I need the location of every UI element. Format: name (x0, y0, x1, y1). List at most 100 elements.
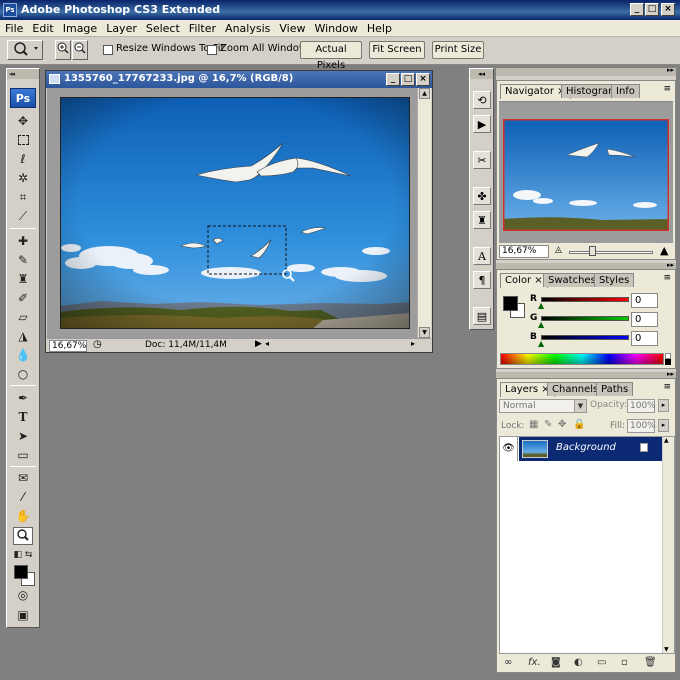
brush-tool-icon[interactable]: ✎ (13, 251, 33, 269)
menu-filter[interactable]: Filter (184, 20, 220, 35)
clone-stamp-tool-icon[interactable]: ♜ (13, 270, 33, 288)
eraser-tool-icon[interactable]: ▱ (13, 308, 33, 326)
actual-pixels-button[interactable]: Actual Pixels (300, 41, 362, 71)
lock-all-icon[interactable]: 🔒 (573, 419, 585, 430)
character-panel-icon[interactable]: A (473, 247, 491, 265)
paragraph-panel-icon[interactable]: ¶ (473, 271, 491, 289)
hand-tool-icon[interactable]: ✋ (13, 507, 33, 525)
navigator-preview[interactable] (499, 101, 673, 243)
panel-column-collapse-icon[interactable]: ▸▸ (667, 66, 674, 74)
layers-menu-icon[interactable]: ≡ (663, 382, 671, 392)
lock-position-icon[interactable]: ✥ (558, 419, 566, 430)
tab-info[interactable]: Info (611, 84, 640, 98)
dock-collapse-icon[interactable]: ◂◂ (470, 69, 493, 79)
link-layers-icon[interactable]: ∞ (504, 657, 512, 668)
layers-scroll-up-icon[interactable]: ▲ (664, 437, 669, 444)
eyedropper-tool-icon[interactable]: ⁄ (13, 488, 33, 506)
layer-style-icon[interactable]: fx. (528, 657, 541, 668)
type-tool-icon[interactable]: T (13, 408, 33, 426)
adjustment-layer-icon[interactable]: ◐ (574, 657, 583, 668)
layer-comps-icon[interactable]: ▤ (473, 307, 491, 325)
doc-maximize-button[interactable]: □ (401, 73, 415, 86)
blue-slider-thumb[interactable]: ▲ (538, 339, 544, 348)
move-tool-icon[interactable]: ✥ (13, 112, 33, 130)
toolbox-grip[interactable]: ◂◂ (7, 69, 39, 79)
layers-group-collapse-icon[interactable]: ▸▸ (667, 370, 674, 378)
layers-scrollbar[interactable]: ▲ ▼ (662, 437, 674, 653)
blue-slider[interactable] (541, 335, 629, 340)
canvas-area[interactable] (47, 88, 419, 338)
document-zoom-field[interactable]: 16,67% (49, 340, 87, 352)
hscroll-right-arrow-icon[interactable]: ▸ (411, 339, 415, 348)
zoom-tool-icon[interactable] (13, 527, 33, 545)
navigator-zoom-field[interactable]: 16,67% (499, 245, 549, 258)
opacity-field[interactable]: 100% (627, 399, 656, 413)
menu-select[interactable]: Select (141, 20, 184, 35)
layer-visibility-eye-icon[interactable]: 👁 (500, 437, 518, 461)
hscroll-left-arrow-icon[interactable]: ◂ (265, 339, 269, 348)
path-selection-tool-icon[interactable]: ➤ (13, 427, 33, 445)
color-foreground-swatch[interactable] (503, 296, 518, 311)
resize-windows-checkbox[interactable] (103, 45, 113, 55)
close-button[interactable]: × (661, 3, 675, 16)
new-group-icon[interactable]: ▭ (597, 657, 606, 668)
quick-mask-icon[interactable]: ◎ (13, 586, 33, 604)
document-image[interactable] (60, 97, 410, 329)
tab-navigator[interactable]: Navigator × (500, 84, 571, 99)
red-slider-thumb[interactable]: ▲ (538, 301, 544, 310)
status-menu-icon[interactable]: ◷ (93, 339, 102, 350)
lock-transparency-icon[interactable]: ▦ (529, 419, 538, 430)
green-slider-thumb[interactable]: ▲ (538, 320, 544, 329)
layers-scroll-down-icon[interactable]: ▼ (664, 646, 669, 653)
scroll-up-arrow-icon[interactable]: ▲ (419, 88, 430, 99)
actions-panel-icon[interactable]: ▶ (473, 115, 491, 133)
maximize-button[interactable]: □ (645, 3, 659, 16)
scroll-down-arrow-icon[interactable]: ▼ (419, 327, 430, 338)
tab-color[interactable]: Color × (500, 273, 548, 288)
navigator-zoom-slider[interactable] (569, 251, 653, 254)
crop-tool-icon[interactable]: ⌗ (13, 188, 33, 206)
history-brush-tool-icon[interactable]: ✐ (13, 289, 33, 307)
blend-mode-select[interactable]: Normal ▼ (499, 399, 587, 413)
rectangle-tool-icon[interactable]: ▭ (13, 446, 33, 464)
layer-row-background[interactable]: Background (519, 437, 662, 461)
fill-arrow-icon[interactable]: ▸ (658, 419, 669, 432)
healing-brush-tool-icon[interactable]: ✚ (13, 232, 33, 250)
tab-styles[interactable]: Styles (594, 273, 635, 287)
fill-field[interactable]: 100% (627, 419, 656, 433)
blur-tool-icon[interactable]: 💧 (13, 346, 33, 364)
tab-paths[interactable]: Paths (596, 382, 634, 396)
navigator-zoom-in-icon[interactable]: ▲ (660, 244, 668, 257)
menu-analysis[interactable]: Analysis (220, 20, 274, 35)
screen-mode-icon[interactable]: ▣ (13, 606, 33, 624)
doc-close-button[interactable]: × (416, 73, 430, 86)
paint-bucket-tool-icon[interactable]: ◮ (13, 327, 33, 345)
menu-edit[interactable]: Edit (27, 20, 57, 35)
tool-presets-icon[interactable]: ✂ (473, 151, 491, 169)
blue-value-field[interactable]: 0 (631, 331, 658, 346)
blend-dropdown-icon[interactable]: ▼ (574, 400, 586, 412)
color-menu-icon[interactable]: ≡ (663, 273, 671, 283)
status-arrow-icon[interactable]: ▶ (255, 339, 262, 349)
default-colors-icon[interactable]: ◧ ⇆ (13, 546, 33, 564)
green-value-field[interactable]: 0 (631, 312, 658, 327)
document-vertical-scrollbar[interactable]: ▲ ▼ (417, 88, 431, 338)
layer-name[interactable]: Background (556, 442, 616, 453)
doc-minimize-button[interactable]: _ (386, 73, 400, 86)
menu-layer[interactable]: Layer (101, 20, 141, 35)
navigator-slider-thumb[interactable] (589, 246, 596, 256)
fit-screen-button[interactable]: Fit Screen (369, 41, 425, 59)
document-title-bar[interactable]: 1355760_17767233.jpg @ 16,7% (RGB/8) _ □… (46, 71, 432, 88)
delete-layer-icon[interactable]: 🗑 (644, 657, 657, 668)
menu-window[interactable]: Window (309, 20, 361, 35)
notes-tool-icon[interactable]: ✉ (13, 469, 33, 487)
menu-file[interactable]: File (0, 20, 27, 35)
tab-swatches[interactable]: Swatches (543, 273, 601, 287)
history-panel-icon[interactable]: ⟲ (473, 91, 491, 109)
pen-tool-icon[interactable]: ✒ (13, 389, 33, 407)
minimize-button[interactable]: _ (630, 3, 644, 16)
navigator-menu-icon[interactable]: ≡ (663, 84, 671, 94)
brushes-panel-icon[interactable]: ✤ (473, 187, 491, 205)
zoom-all-windows-checkbox[interactable] (207, 45, 217, 55)
print-size-button[interactable]: Print Size (432, 41, 484, 59)
